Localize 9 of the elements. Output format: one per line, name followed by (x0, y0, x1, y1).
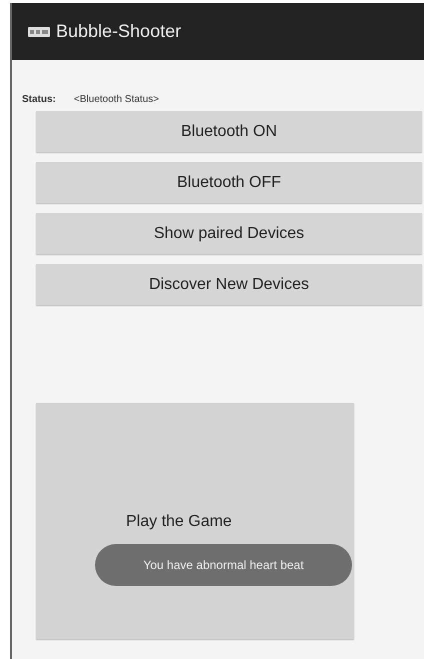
status-label: Status: (22, 94, 56, 105)
app-title: Bubble-Shooter (56, 21, 182, 42)
bluetooth-button[interactable]: Discover New Devices (36, 264, 422, 305)
app-icon (28, 26, 50, 36)
bluetooth-button[interactable]: Bluetooth ON (36, 111, 422, 152)
bluetooth-button[interactable]: Bluetooth OFF (36, 162, 422, 203)
bluetooth-button[interactable]: Show paired Devices (36, 213, 422, 254)
toast-message: You have abnormal heart beat (95, 544, 352, 586)
status-value: <Bluetooth Status> (74, 94, 159, 105)
